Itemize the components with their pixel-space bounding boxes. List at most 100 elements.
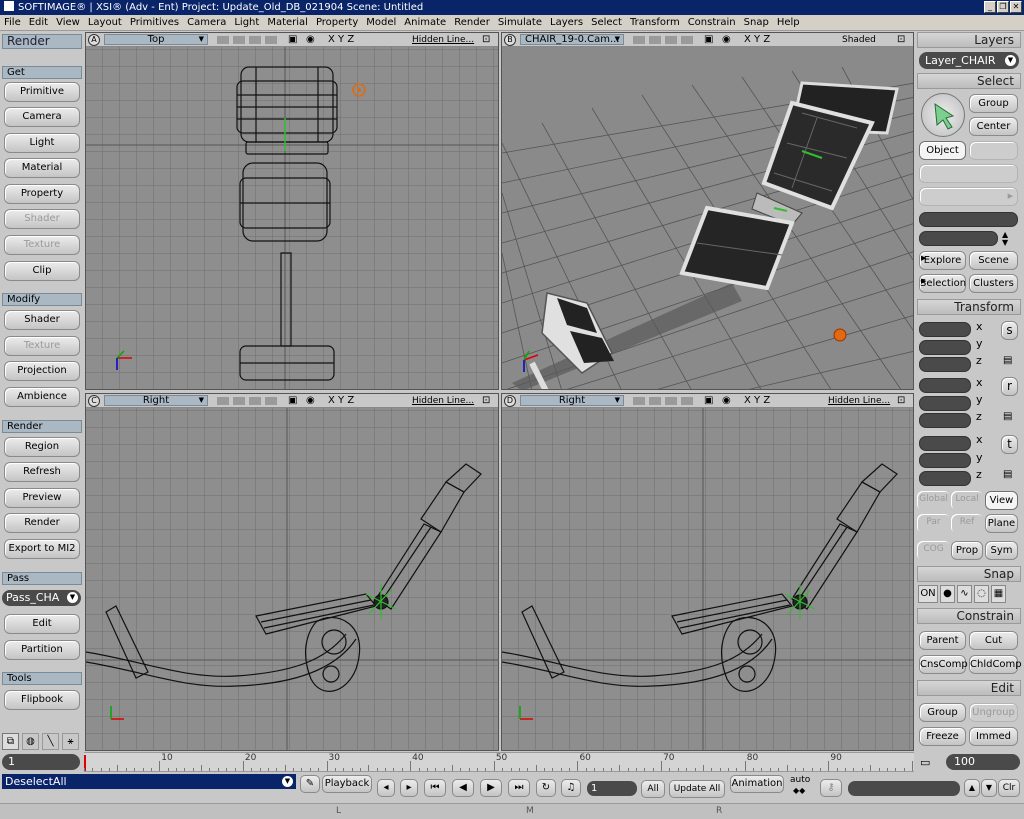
rotate-lock-icon[interactable]: ▤	[1003, 411, 1012, 422]
rotate-z-field[interactable]	[919, 413, 971, 428]
viewport-d-display-mode[interactable]: Hidden Line...	[828, 395, 890, 407]
get-clip-button[interactable]: Clip	[4, 261, 80, 281]
cog-button[interactable]: COG	[917, 541, 950, 560]
key-value-field[interactable]	[848, 781, 960, 796]
viewport-c-camera-menu[interactable]: Right ▼	[104, 395, 208, 406]
camera-icon[interactable]: ▣	[288, 33, 297, 46]
local-ref-button[interactable]: Local	[951, 491, 983, 510]
global-ref-button[interactable]: Global	[917, 491, 950, 510]
cut-button[interactable]: Cut	[969, 631, 1018, 650]
viewport-d-memo-buttons[interactable]	[633, 397, 693, 405]
menu-item-camera[interactable]: Camera	[183, 15, 230, 30]
viewport-b[interactable]: B CHAIR_19-0.Cam... ▼ ▣ ◉ X Y Z Shaded ⊡	[501, 32, 914, 390]
clear-key-button[interactable]: Clr	[998, 779, 1020, 797]
command-line[interactable]: DeselectAll ▼	[2, 774, 296, 789]
select-center-button[interactable]: Center	[969, 117, 1018, 136]
timeline-start-field[interactable]: 1	[2, 754, 80, 770]
get-texture-button[interactable]: Texture	[4, 235, 80, 255]
get-light-button[interactable]: Light	[4, 133, 80, 153]
scene-button[interactable]: Scene	[969, 251, 1018, 270]
viewport-b-camera-menu[interactable]: CHAIR_19-0.Cam... ▼	[520, 34, 624, 45]
timeline-scrubber[interactable]: 10 20 30 40 50 60 70 80 90	[84, 752, 914, 772]
menu-item-edit[interactable]: Edit	[25, 15, 52, 30]
translate-x-field[interactable]	[919, 436, 971, 451]
playback-menu-button[interactable]: Playback	[322, 775, 372, 793]
translate-lock-icon[interactable]: ▤	[1003, 469, 1012, 480]
translate-button[interactable]: t	[1001, 435, 1018, 454]
play-backward-icon[interactable]: ◀	[452, 779, 474, 797]
select-tool-button[interactable]	[921, 93, 965, 137]
viewport-b-memo-buttons[interactable]	[633, 36, 693, 44]
menu-item-help[interactable]: Help	[773, 15, 804, 30]
rotate-y-field[interactable]	[919, 396, 971, 411]
viewport-a-axes[interactable]: X Y Z	[328, 33, 354, 46]
viewport-c-axes[interactable]: X Y Z	[328, 394, 354, 407]
explore-button[interactable]: ▶ Explore	[919, 251, 966, 270]
menu-item-property[interactable]: Property	[312, 15, 362, 30]
viewport-c[interactable]: C Right ▼ ▣ ◉ X Y Z Hidden Line... ⊡	[85, 393, 499, 751]
animate-module-icon[interactable]: ╲	[42, 733, 59, 750]
minimize-icon[interactable]: _	[984, 1, 996, 13]
snap-grid-icon[interactable]: ▦	[991, 585, 1006, 603]
camera-icon[interactable]: ▣	[704, 33, 713, 46]
modify-texture-button[interactable]: Texture	[4, 336, 80, 356]
menu-item-render[interactable]: Render	[450, 15, 494, 30]
viewport-a-camera-menu[interactable]: Top ▼	[104, 34, 208, 45]
viewport-d-letter[interactable]: D	[504, 395, 516, 407]
viewport-d-camera-menu[interactable]: Right ▼	[520, 395, 624, 406]
scale-button[interactable]: s	[1001, 321, 1018, 340]
eye-icon[interactable]: ◉	[722, 33, 731, 46]
edit-freeze-button[interactable]: Freeze	[919, 727, 966, 746]
select-group-button[interactable]: Group	[969, 94, 1018, 113]
snap-surface-icon[interactable]: ◌	[974, 585, 989, 603]
eye-icon[interactable]: ◉	[306, 33, 315, 46]
modify-projection-button[interactable]: Projection	[4, 361, 80, 381]
menu-item-file[interactable]: File	[0, 15, 25, 30]
eye-icon[interactable]: ◉	[306, 394, 315, 407]
rotate-button[interactable]: r	[1001, 377, 1018, 396]
close-icon[interactable]: ✕	[1010, 1, 1022, 13]
selection-button[interactable]: ▶ Selection	[919, 274, 966, 293]
snap-on-button[interactable]: ON	[918, 585, 938, 603]
modify-ambience-button[interactable]: Ambience	[4, 387, 80, 407]
restore-icon[interactable]: ❐	[997, 1, 1009, 13]
select-filter-menu[interactable]: ▶	[919, 187, 1018, 206]
menu-item-constrain[interactable]: Constrain	[684, 15, 740, 30]
selection-name-field[interactable]	[919, 212, 1018, 227]
edit-ungroup-button[interactable]: Ungroup	[969, 703, 1018, 722]
select-object-button[interactable]: Object	[919, 141, 966, 160]
maximize-viewport-icon[interactable]: ⊡	[897, 33, 905, 46]
camera-icon[interactable]: ▣	[288, 394, 297, 407]
viewport-a-memo-buttons[interactable]	[217, 36, 277, 44]
pass-partition-button[interactable]: Partition	[4, 640, 80, 660]
render-module-icon[interactable]: ◍	[22, 733, 39, 750]
snap-point-icon[interactable]: ●	[940, 585, 955, 603]
ref-ref-button[interactable]: Ref	[951, 514, 983, 533]
view-ref-button[interactable]: View	[985, 491, 1018, 510]
menu-item-layers[interactable]: Layers	[546, 15, 587, 30]
model-module-icon[interactable]: ⧉	[2, 733, 19, 750]
auto-key-label[interactable]: auto	[790, 775, 810, 785]
maximize-viewport-icon[interactable]: ⊡	[897, 394, 905, 407]
selection-filter-field[interactable]	[919, 231, 998, 246]
key-up-icon[interactable]: ▲	[964, 779, 980, 797]
edit-immed-button[interactable]: Immed	[969, 727, 1018, 746]
scale-x-field[interactable]	[919, 322, 971, 337]
menu-item-simulate[interactable]: Simulate	[494, 15, 546, 30]
current-frame-field[interactable]: 1	[587, 781, 637, 796]
viewport-b-axes[interactable]: X Y Z	[744, 33, 770, 46]
menu-item-transform[interactable]: Transform	[626, 15, 684, 30]
tools-flipbook-button[interactable]: Flipbook	[4, 690, 80, 710]
key-down-icon[interactable]: ▼	[981, 779, 997, 797]
render-preview-button[interactable]: Preview	[4, 488, 80, 508]
maximize-viewport-icon[interactable]: ⊡	[482, 33, 490, 46]
animation-menu-button[interactable]: Animation	[730, 775, 784, 793]
next-key-icon[interactable]: ▸	[400, 779, 418, 797]
modify-shader-button[interactable]: Shader	[4, 310, 80, 330]
viewport-c-memo-buttons[interactable]	[217, 397, 277, 405]
pass-edit-button[interactable]: Edit	[4, 614, 80, 634]
audio-icon[interactable]: ♫	[561, 779, 581, 797]
clusters-button[interactable]: Clusters	[969, 274, 1018, 293]
get-material-button[interactable]: Material	[4, 158, 80, 178]
last-frame-icon[interactable]: ⏭	[508, 779, 530, 797]
